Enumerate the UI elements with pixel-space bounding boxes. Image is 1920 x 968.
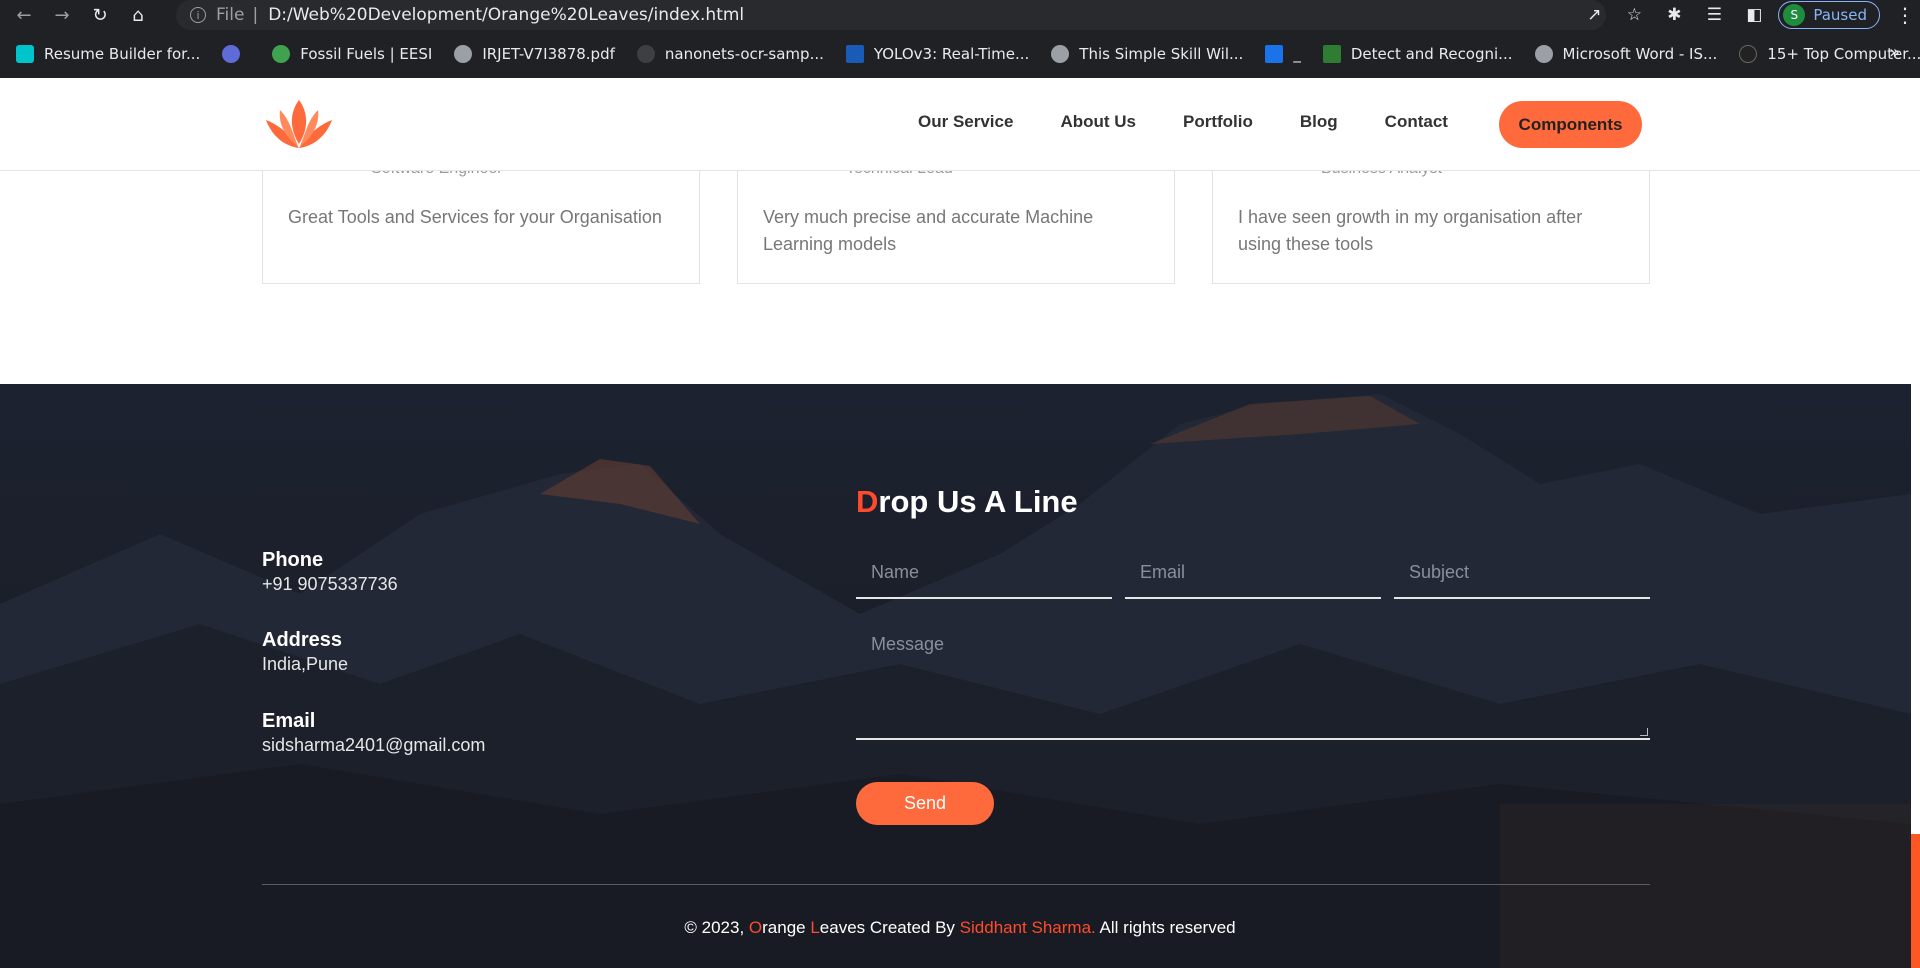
bookmark-favicon-icon	[222, 45, 241, 63]
nav-about-us[interactable]: About Us	[1060, 112, 1136, 132]
bookmark-item[interactable]: Microsoft Word - IS...	[1534, 45, 1717, 63]
bookmark-item[interactable]: YOLOv3: Real-Time...	[845, 45, 1029, 63]
globe-icon	[1534, 45, 1553, 63]
bookmark-star-icon[interactable]: ☆	[1614, 0, 1654, 30]
page-scrollbar[interactable]	[1911, 384, 1920, 968]
bookmark-favicon-icon	[16, 45, 34, 63]
resize-handle-icon[interactable]	[1640, 728, 1648, 736]
profile-chip[interactable]: S Paused	[1778, 1, 1880, 29]
side-panel-icon[interactable]: ◧	[1734, 0, 1774, 30]
email-value: sidsharma2401@gmail.com	[262, 735, 486, 755]
nav-contact[interactable]: Contact	[1385, 112, 1448, 132]
nav-blog[interactable]: Blog	[1300, 112, 1338, 132]
reload-icon[interactable]: ↻	[86, 1, 114, 29]
form-title: Drop Us A Line	[856, 484, 1078, 519]
email-label: Email	[262, 710, 316, 732]
url-text[interactable]: D:/Web%20Development/Orange%20Leaves/ind…	[268, 5, 744, 25]
bookmark-item[interactable]: Fossil Fuels | EESI	[272, 45, 432, 63]
site-header: Our Service About Us Portfolio Blog Cont…	[0, 78, 1920, 171]
info-icon[interactable]: i	[190, 7, 206, 23]
subject-input[interactable]: Subject	[1394, 554, 1650, 599]
bookmark-item[interactable]: nanonets-ocr-samp...	[636, 45, 824, 63]
profile-status: Paused	[1813, 6, 1867, 24]
phone-block: Phone +91 9075337736	[262, 549, 398, 595]
name-input[interactable]: Name	[856, 554, 1112, 599]
bookmark-item[interactable]: This Simple Skill Wil...	[1051, 45, 1243, 63]
send-button[interactable]: Send	[856, 782, 994, 825]
reading-list-icon[interactable]: ☰	[1694, 0, 1734, 30]
share-icon[interactable]: ↗	[1574, 0, 1614, 30]
extensions-icon[interactable]: ✱	[1654, 0, 1694, 30]
phone-value: +91 9075337736	[262, 574, 398, 594]
nav-our-service[interactable]: Our Service	[918, 112, 1013, 132]
testimonial-quote: I have seen growth in my organisation af…	[1238, 207, 1583, 254]
email-input[interactable]: Email	[1125, 554, 1381, 599]
testimonial-quote: Great Tools and Services for your Organi…	[288, 207, 662, 227]
contact-footer: Drop Us A Line Phone +91 9075337736 Addr…	[0, 384, 1911, 968]
email-block: Email sidsharma2401@gmail.com	[262, 710, 485, 756]
bookmark-item[interactable]: Resume Builder for...	[16, 45, 200, 63]
bookmark-item[interactable]: IRJET-V7I3878.pdf	[454, 45, 615, 63]
bookmarks-bar: Resume Builder for... Fossil Fuels | EES…	[0, 30, 1920, 78]
phone-label: Phone	[262, 549, 324, 571]
bookmark-favicon-icon	[845, 45, 864, 63]
address-value: India,Pune	[262, 654, 349, 674]
bookmark-item[interactable]	[222, 45, 250, 63]
author-link[interactable]: Siddhant Sharma.	[960, 918, 1096, 937]
back-icon[interactable]: ←	[10, 1, 38, 29]
forward-icon[interactable]: →	[48, 1, 76, 29]
address-label: Address	[262, 629, 343, 651]
message-placeholder: Message	[871, 634, 945, 654]
home-icon[interactable]: ⌂	[124, 1, 152, 29]
footer-divider	[262, 884, 1650, 885]
lotus-logo-icon[interactable]	[262, 98, 336, 152]
address-block: Address India,Pune	[262, 629, 348, 675]
nav-portfolio[interactable]: Portfolio	[1183, 112, 1253, 132]
message-textarea[interactable]: Message	[856, 622, 1650, 740]
globe-icon	[454, 45, 473, 63]
bookmark-favicon-icon	[272, 45, 291, 63]
bookmark-favicon-icon	[1322, 45, 1341, 63]
globe-icon	[1051, 45, 1070, 63]
bookmark-favicon-icon	[1265, 45, 1284, 63]
main-nav: Our Service About Us Portfolio Blog Cont…	[918, 112, 1495, 132]
browser-toolbar: ← → ↻ ⌂ i File | D:/Web%20Development/Or…	[0, 0, 1920, 30]
copyright-text: © 2023, Orange Leaves Created By Siddhan…	[684, 918, 1236, 937]
url-scheme-label: File	[216, 5, 245, 25]
github-icon	[636, 45, 655, 63]
bookmark-favicon-icon	[1739, 45, 1758, 63]
address-bar[interactable]: i File | D:/Web%20Development/Orange%20L…	[176, 0, 1606, 30]
bookmark-item[interactable]: _	[1265, 45, 1301, 63]
more-bookmarks-icon[interactable]: »	[1889, 42, 1900, 63]
avatar: S	[1783, 4, 1806, 26]
components-button[interactable]: Components	[1499, 101, 1642, 148]
testimonial-quote: Very much precise and accurate Machine L…	[763, 207, 1094, 254]
menu-icon[interactable]: ⋮	[1890, 3, 1920, 27]
scrollbar-thumb[interactable]	[1911, 834, 1920, 968]
bookmark-item[interactable]: Detect and Recogni...	[1322, 45, 1513, 63]
